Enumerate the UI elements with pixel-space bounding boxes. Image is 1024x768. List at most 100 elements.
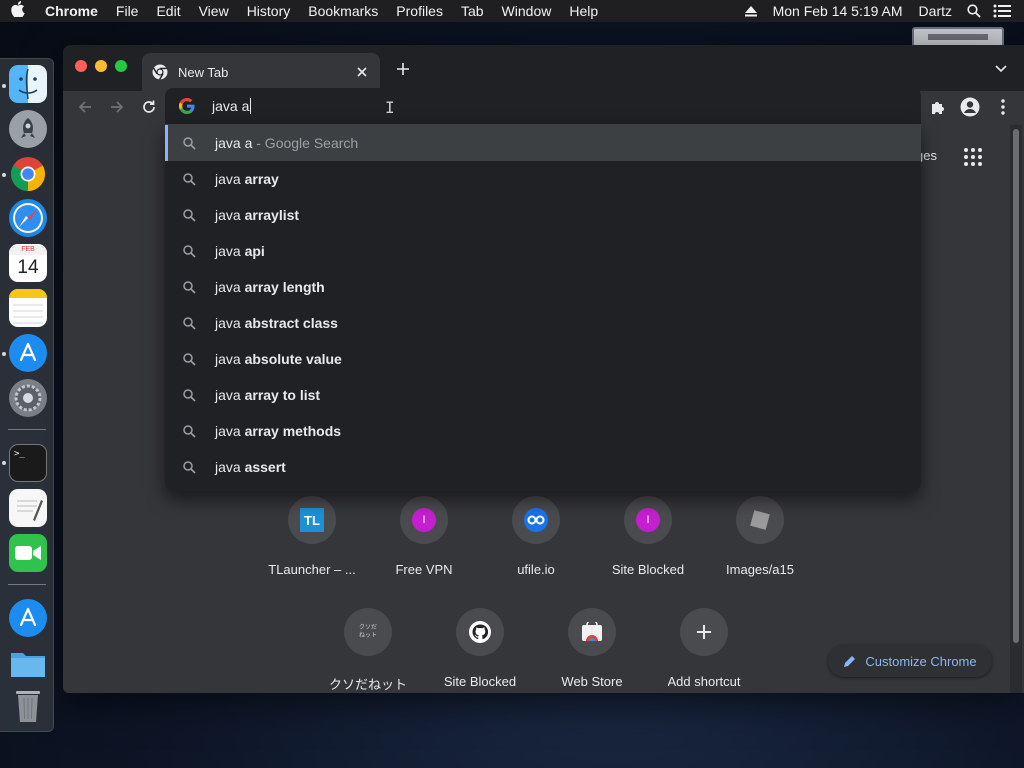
more-menu-kebab-icon[interactable] <box>991 95 1015 119</box>
zoom-window-button[interactable] <box>115 60 127 72</box>
tab-title: New Tab <box>178 64 229 80</box>
extensions-puzzle-icon[interactable] <box>926 95 950 119</box>
menu-file[interactable]: File <box>107 3 148 19</box>
menu-bookmarks[interactable]: Bookmarks <box>299 3 387 19</box>
back-arrow-icon[interactable] <box>73 95 97 119</box>
webstore-icon <box>568 608 616 656</box>
shortcut-images-a15[interactable]: Images/a15 <box>704 496 816 596</box>
suggestion-typed: java a <box>215 135 253 151</box>
shortcut-web-store[interactable]: Web Store <box>536 608 648 693</box>
suggestion-completion: array <box>244 171 279 187</box>
minimize-window-button[interactable] <box>95 60 107 72</box>
page-scrollbar[interactable] <box>1010 125 1022 693</box>
shortcut-ufile[interactable]: ufile.io <box>480 496 592 596</box>
omnibox-suggestion[interactable]: java a - Google Search <box>165 125 921 161</box>
omnibox-input-text[interactable]: java a <box>212 98 249 114</box>
kuso-icon: クソだ ねット <box>344 608 392 656</box>
suggestion-typed: java <box>215 279 245 295</box>
forward-arrow-icon[interactable] <box>105 95 129 119</box>
shortcut-add[interactable]: Add shortcut <box>648 608 760 693</box>
omnibox-suggestion[interactable]: java abstract class <box>165 305 921 341</box>
suggestion-completion: arraylist <box>244 207 300 223</box>
tlauncher-glyph: TL <box>300 508 324 532</box>
new-tab-plus-icon[interactable] <box>393 59 413 79</box>
omnibox-suggestion[interactable]: java assert <box>165 449 921 485</box>
shortcut-site-blocked[interactable]: I Site Blocked <box>592 496 704 596</box>
menu-help[interactable]: Help <box>560 3 607 19</box>
search-icon <box>181 243 197 259</box>
calendar-month: FEB <box>9 245 47 255</box>
suggestion-text: java a - Google Search <box>215 135 358 151</box>
calendar-app-icon[interactable]: FEB 14 <box>9 244 47 282</box>
suggestion-text: java array length <box>215 279 325 295</box>
finder-icon[interactable] <box>9 65 47 103</box>
omnibox-suggestion[interactable]: java array methods <box>165 413 921 449</box>
omnibox-address-bar[interactable]: java a I <box>165 88 921 124</box>
menu-profiles[interactable]: Profiles <box>387 3 452 19</box>
menu-tab[interactable]: Tab <box>452 3 493 19</box>
search-icon <box>181 135 197 151</box>
tab-search-chevron-down-icon[interactable] <box>991 59 1011 79</box>
omnibox-suggestion[interactable]: java array to list <box>165 377 921 413</box>
menu-edit[interactable]: Edit <box>147 3 189 19</box>
shortcut-github-site-blocked[interactable]: Site Blocked <box>424 608 536 693</box>
menu-clock[interactable]: Mon Feb 14 5:19 AM <box>765 3 911 19</box>
magenta-circle-icon: I <box>400 496 448 544</box>
ufile-icon <box>512 496 560 544</box>
omnibox-suggestion[interactable]: java array <box>165 161 921 197</box>
plus-icon <box>680 608 728 656</box>
textedit-app-icon[interactable] <box>9 489 47 527</box>
safari-compass-icon[interactable] <box>9 199 47 237</box>
suggestion-text: java api <box>215 243 265 259</box>
app-store-icon[interactable] <box>9 334 47 372</box>
facetime-camera-icon[interactable] <box>9 534 47 572</box>
shortcut-label: Site Blocked <box>443 674 517 689</box>
omnibox-suggestion[interactable]: java absolute value <box>165 341 921 377</box>
chrome-app-icon[interactable] <box>9 155 47 193</box>
reload-icon[interactable] <box>137 95 161 119</box>
close-tab-icon[interactable] <box>354 64 370 80</box>
search-icon <box>181 171 197 187</box>
search-icon <box>181 387 197 403</box>
menu-user[interactable]: Dartz <box>911 3 960 19</box>
spotlight-search-icon[interactable] <box>960 0 988 22</box>
omnibox-suggestion[interactable]: java arraylist <box>165 197 921 233</box>
shortcut-free-vpn[interactable]: I Free VPN <box>368 496 480 596</box>
eject-icon[interactable] <box>737 0 765 22</box>
customize-chrome-button[interactable]: Customize Chrome <box>828 645 992 677</box>
apple-menu-icon[interactable] <box>0 0 36 22</box>
shortcut-kuso[interactable]: クソだ ねット クソだねット <box>312 608 424 693</box>
menu-window[interactable]: Window <box>493 3 561 19</box>
menu-app-name[interactable]: Chrome <box>36 3 107 19</box>
omnibox-suggestion[interactable]: java api <box>165 233 921 269</box>
terminal-app-icon[interactable]: >_ <box>9 444 47 482</box>
running-indicator <box>2 352 6 356</box>
system-preferences-gear-icon[interactable] <box>9 379 47 417</box>
scrollbar-thumb[interactable] <box>1013 129 1019 643</box>
suggestion-completion: abstract class <box>244 315 338 331</box>
notes-app-icon[interactable] <box>9 289 47 327</box>
profile-avatar-icon[interactable] <box>958 95 982 119</box>
github-icon <box>456 608 504 656</box>
close-window-button[interactable] <box>75 60 87 72</box>
suggestion-text: java array methods <box>215 423 341 439</box>
trash-icon[interactable] <box>9 687 47 725</box>
google-apps-grid-icon[interactable] <box>961 145 985 169</box>
launchpad-rocket-icon[interactable] <box>9 110 47 148</box>
search-icon <box>181 207 197 223</box>
omnibox-suggestion[interactable]: java array length <box>165 269 921 305</box>
menu-history[interactable]: History <box>238 3 300 19</box>
running-indicator <box>2 84 6 88</box>
notification-center-icon[interactable] <box>988 0 1016 22</box>
search-icon <box>181 279 197 295</box>
tab-new-tab[interactable]: New Tab <box>142 53 380 91</box>
shortcut-tlauncher[interactable]: TL TLauncher – ... <box>256 496 368 596</box>
shortcut-label: Images/a15 <box>726 562 794 577</box>
applications-folder-icon[interactable] <box>9 599 47 637</box>
terminal-prompt: >_ <box>14 449 25 459</box>
downloads-folder-icon[interactable] <box>9 644 47 682</box>
dock: FEB 14 >_ <box>0 58 54 732</box>
running-indicator <box>2 173 6 177</box>
calendar-day: 14 <box>17 257 39 278</box>
menu-view[interactable]: View <box>190 3 238 19</box>
